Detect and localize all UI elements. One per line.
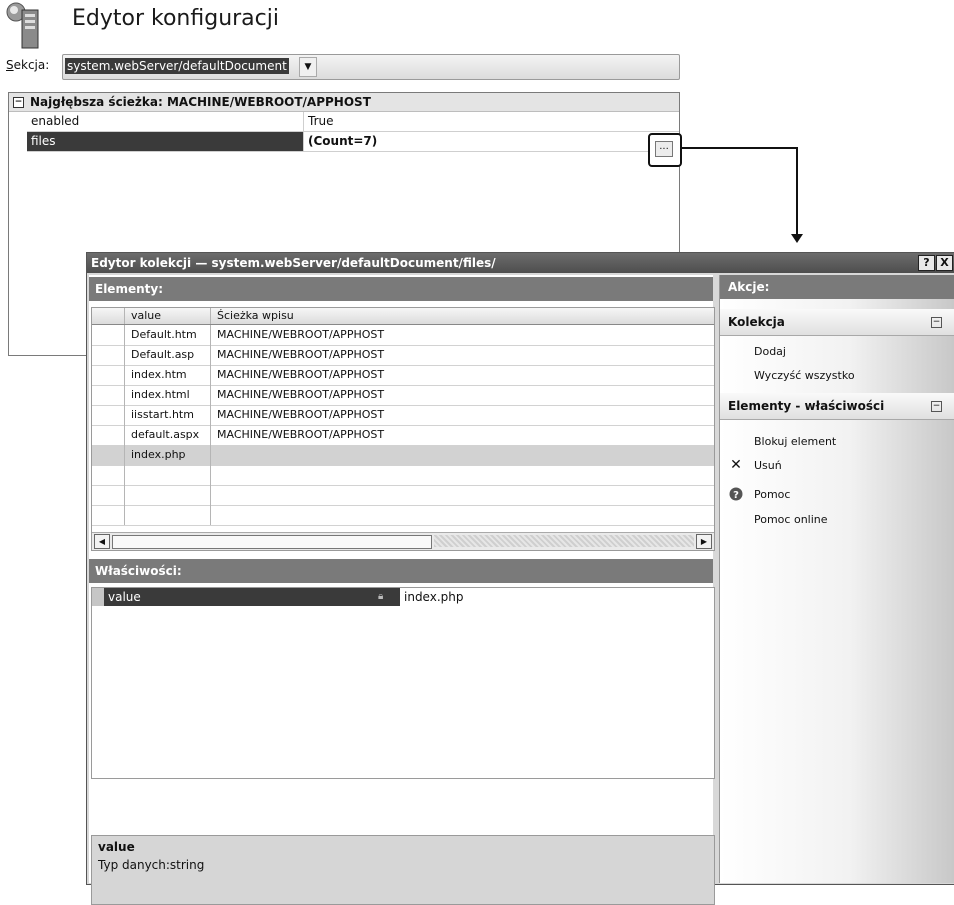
action-clear-all[interactable]: Wyczyść wszystko [754, 369, 855, 382]
collection-editor-dialog: Edytor kolekcji — system.webServer/defau… [86, 252, 954, 905]
scroll-right-icon[interactable]: ▶ [696, 534, 712, 549]
action-add[interactable]: Dodaj [754, 345, 786, 358]
column-header-value[interactable]: value [124, 308, 210, 324]
table-row[interactable]: Default.asp MACHINE/WEBROOT/APPHOST [92, 345, 714, 366]
table-row-empty[interactable] [92, 485, 714, 506]
callout-line [796, 147, 798, 235]
property-value[interactable]: True [303, 112, 679, 131]
horizontal-scrollbar[interactable]: ◀ ▶ [92, 532, 714, 550]
config-editor-icon [6, 2, 42, 50]
properties-header: Właściwości: [89, 559, 713, 583]
property-row-value[interactable]: value 🔒︎ index.php [92, 588, 714, 606]
properties-grid: value 🔒︎ index.php [91, 587, 715, 779]
dialog-titlebar[interactable]: Edytor kolekcji — system.webServer/defau… [87, 253, 954, 273]
section-label: Sekcja: [6, 58, 50, 72]
callout-line [680, 147, 798, 149]
group-element-properties[interactable]: Elementy - właściwości − [720, 393, 954, 420]
table-row-selected[interactable]: index.php [92, 445, 714, 466]
svg-text:?: ? [733, 490, 739, 501]
tree-header[interactable]: − Najgłębsza ścieżka: MACHINE/WEBROOT/APP… [9, 93, 679, 112]
actions-header: Akcje: [720, 275, 954, 299]
scrollbar-thumb[interactable] [112, 535, 432, 549]
table-row[interactable]: Default.htm MACHINE/WEBROOT/APPHOST [92, 325, 714, 346]
action-help[interactable]: Pomoc [754, 488, 790, 501]
elements-header: Elementy: [89, 277, 713, 301]
description-type: Typ danych:string [98, 858, 205, 872]
elements-table: value Ścieżka wpisu Default.htm MACHINE/… [91, 307, 715, 551]
collapse-icon[interactable]: − [931, 401, 942, 412]
action-remove[interactable]: Usuń [754, 459, 782, 472]
table-header: value Ścieżka wpisu [92, 308, 714, 325]
property-row-files[interactable]: files (Count=7) [27, 132, 679, 152]
collapse-icon[interactable]: − [931, 317, 942, 328]
group-collection[interactable]: Kolekcja − [720, 309, 954, 336]
open-collection-editor-button[interactable]: ... [648, 133, 682, 167]
ellipsis-icon: ... [655, 141, 673, 157]
table-row[interactable]: index.html MACHINE/WEBROOT/APPHOST [92, 385, 714, 406]
help-button[interactable]: ? [918, 255, 935, 271]
property-value[interactable]: index.php [402, 588, 463, 606]
actions-pane: Akcje: Kolekcja − Dodaj Wyczyść wszystko… [719, 275, 954, 883]
help-icon: ? [728, 487, 744, 503]
scroll-left-icon[interactable]: ◀ [94, 534, 110, 549]
left-pane: Elementy: value Ścieżka wpisu Default.ht… [89, 275, 715, 905]
collapse-icon[interactable]: − [13, 97, 24, 108]
callout-arrow-icon [791, 234, 803, 243]
table-row-empty[interactable] [92, 505, 714, 526]
action-help-online[interactable]: Pomoc online [754, 513, 828, 526]
delete-x-icon: ✕ [730, 457, 742, 473]
property-key: enabled [31, 114, 80, 128]
property-row-enabled[interactable]: enabled True [27, 112, 679, 132]
dialog-title: Edytor kolekcji — system.webServer/defau… [91, 256, 496, 270]
property-key: files [27, 132, 303, 151]
lock-icon: 🔒︎ [378, 591, 384, 602]
close-button[interactable]: X [936, 255, 953, 271]
table-row[interactable]: default.aspx MACHINE/WEBROOT/APPHOST [92, 425, 714, 446]
page-title: Edytor konfiguracji [72, 6, 279, 31]
description-panel: value Typ danych:string [91, 835, 715, 905]
table-row[interactable]: iisstart.htm MACHINE/WEBROOT/APPHOST [92, 405, 714, 426]
section-value[interactable]: system.webServer/defaultDocument [65, 58, 289, 74]
action-lock-element[interactable]: Blokuj element [754, 435, 836, 448]
description-name: value [98, 840, 135, 854]
property-key: value [104, 588, 400, 606]
property-value[interactable]: (Count=7) [303, 132, 679, 151]
scrollbar-track[interactable] [434, 535, 694, 547]
table-row[interactable]: index.htm MACHINE/WEBROOT/APPHOST [92, 365, 714, 386]
column-header-path[interactable]: Ścieżka wpisu [210, 308, 714, 324]
section-dropdown[interactable]: system.webServer/defaultDocument ▼ [62, 54, 680, 80]
table-row-empty[interactable] [92, 465, 714, 486]
chevron-down-icon[interactable]: ▼ [299, 57, 317, 77]
